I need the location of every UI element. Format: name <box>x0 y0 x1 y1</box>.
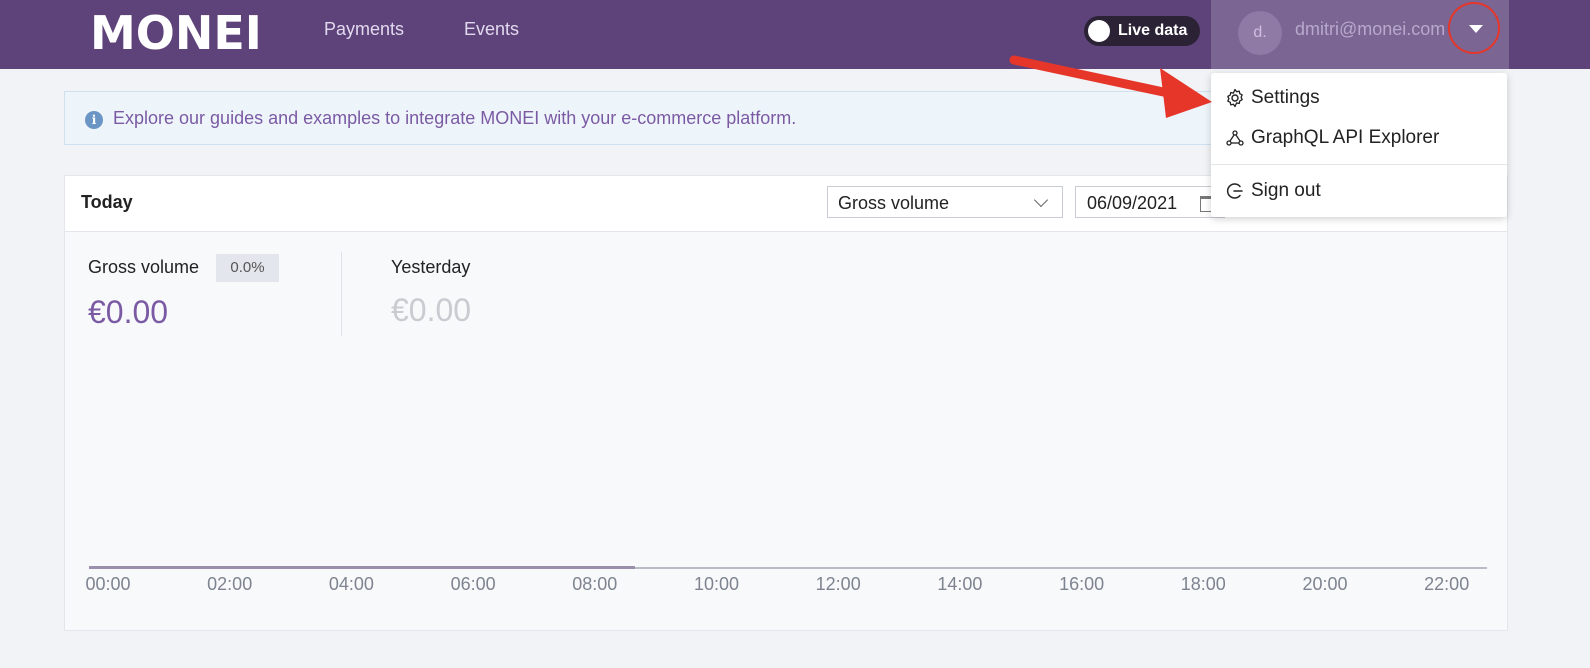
x-tick-label: 18:00 <box>1180 574 1226 594</box>
x-tick-label: 06:00 <box>450 574 496 594</box>
account-dropdown-button[interactable] <box>1448 2 1500 54</box>
live-data-toggle[interactable]: Live data <box>1084 16 1200 46</box>
account-email: dmitri@monei.com <box>1295 19 1446 39</box>
info-icon: i <box>85 111 103 129</box>
info-banner: i Explore our guides and examples to int… <box>64 91 1244 145</box>
nav-payments[interactable]: Payments <box>324 19 404 40</box>
x-tick-label: 04:00 <box>328 574 374 594</box>
metric-select[interactable]: Gross volume <box>827 186 1063 218</box>
nav-events[interactable]: Events <box>464 19 519 40</box>
date-input[interactable]: 06/09/2021 <box>1075 186 1225 218</box>
gross-volume-value: €0.00 <box>88 294 169 330</box>
chevron-down-icon <box>1033 192 1049 208</box>
live-data-label: Live data <box>1118 22 1188 39</box>
change-badge: 0.0% <box>216 254 279 282</box>
today-card: Today Gross volume 06/09/2021 Gross volu… <box>64 175 1508 631</box>
guides-link[interactable]: Explore our guides and examples to integ… <box>113 108 796 129</box>
caret-down-icon <box>1469 25 1483 33</box>
sign-out-icon <box>1226 183 1243 199</box>
x-tick-label: 16:00 <box>1059 574 1105 594</box>
x-tick-label: 08:00 <box>572 574 618 594</box>
top-navigation-bar: MONEI Payments Events Live data d. dmitr… <box>0 0 1590 69</box>
monei-logo[interactable]: MONEI <box>90 6 262 60</box>
chart-progress-line <box>89 566 635 569</box>
card-title: Today <box>81 192 133 212</box>
graph-icon <box>1226 130 1244 146</box>
metric-select-value: Gross volume <box>838 193 950 213</box>
x-tick-label: 14:00 <box>937 574 983 594</box>
account-dropdown-menu: Settings GraphQL API Explorer Sign out <box>1211 73 1507 217</box>
x-tick-label: 22:00 <box>1424 574 1470 594</box>
yesterday-label: Yesterday <box>391 257 471 277</box>
x-tick-label: 10:00 <box>693 574 740 594</box>
sign-out-label: Sign out <box>1251 180 1321 201</box>
x-tick-label: 00:00 <box>85 574 131 594</box>
yesterday-value: €0.00 <box>391 292 472 328</box>
avatar: d. <box>1238 11 1282 55</box>
settings-label: Settings <box>1251 87 1320 108</box>
account-menu-trigger[interactable]: d. dmitri@monei.com <box>1211 0 1509 69</box>
toggle-knob <box>1088 20 1110 42</box>
x-tick-label: 02:00 <box>207 574 253 594</box>
date-value: 06/09/2021 <box>1087 193 1178 213</box>
menu-divider <box>1211 164 1507 165</box>
gear-icon <box>1227 88 1243 108</box>
x-tick-label: 20:00 <box>1302 574 1348 594</box>
metric-divider <box>341 252 342 336</box>
x-tick-label: 12:00 <box>815 574 861 594</box>
graphql-label: GraphQL API Explorer <box>1251 127 1440 148</box>
gross-volume-label: Gross volume <box>88 257 200 277</box>
